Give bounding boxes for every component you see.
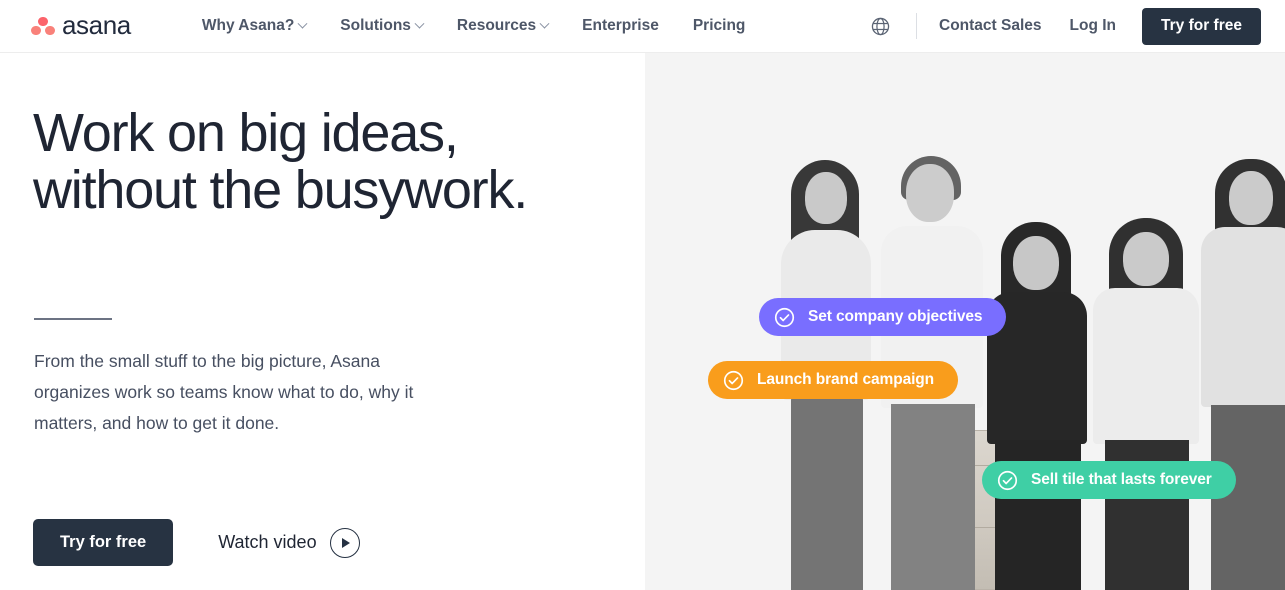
hero-try-for-free-button[interactable]: Try for free — [33, 519, 174, 566]
task-pill-label: Launch brand campaign — [757, 371, 935, 389]
check-circle-icon — [723, 370, 744, 390]
nav-label: Enterprise — [582, 17, 659, 34]
chevron-down-icon — [414, 18, 425, 29]
hero-divider-rule — [34, 318, 112, 320]
hero-description: From the small stuff to the big picture,… — [34, 351, 414, 434]
nav-label: Solutions — [340, 17, 411, 34]
person-1 — [765, 110, 885, 590]
play-icon — [329, 527, 360, 558]
person-4 — [1085, 140, 1207, 590]
header-try-for-free-button[interactable]: Try for free — [1142, 7, 1261, 45]
hero-cta-row: Try for free Watch video — [33, 519, 360, 566]
check-circle-icon — [774, 307, 795, 327]
nav-item-resources[interactable]: Resources — [440, 17, 565, 35]
person-5 — [1193, 115, 1285, 590]
nav-item-pricing[interactable]: Pricing — [676, 17, 763, 35]
logo-text: asana — [62, 10, 131, 40]
log-in-link[interactable]: Log In — [1070, 17, 1117, 35]
nav-item-why-asana[interactable]: Why Asana? — [185, 17, 323, 35]
person-3 — [975, 160, 1099, 590]
landing-page: asana Why Asana? Solutions Resources Ent… — [0, 0, 1285, 590]
person-2 — [873, 120, 991, 590]
nav-label: Pricing — [692, 17, 746, 34]
nav-label: Resources — [456, 17, 537, 34]
nav-item-solutions[interactable]: Solutions — [323, 17, 440, 35]
hero-copy-panel: Work on big ideas, without the busywork.… — [0, 53, 645, 590]
watch-video-button[interactable]: Watch video — [218, 527, 360, 558]
task-pill-label: Sell tile that lasts forever — [1031, 471, 1212, 489]
nav-label: Why Asana? — [201, 17, 295, 34]
globe-icon — [871, 17, 889, 35]
asana-dots-logo-icon — [31, 15, 55, 37]
contact-sales-link[interactable]: Contact Sales — [939, 17, 1042, 35]
chevron-down-icon — [297, 18, 308, 29]
site-header: asana Why Asana? Solutions Resources Ent… — [0, 0, 1285, 53]
task-pill-launch-brand-campaign[interactable]: Launch brand campaign — [708, 361, 959, 399]
check-circle-icon — [997, 470, 1018, 490]
task-pill-sell-tile-that-lasts-forever[interactable]: Sell tile that lasts forever — [982, 461, 1236, 499]
primary-navigation: Why Asana? Solutions Resources Enterpris… — [185, 17, 763, 35]
header-actions: Contact Sales Log In Try for free — [863, 7, 1261, 45]
task-pill-label: Set company objectives — [808, 308, 983, 326]
hero-image-panel: Set company objectives Launch brand camp… — [645, 53, 1285, 590]
asana-logo[interactable]: asana — [31, 12, 131, 40]
page-title: Work on big ideas, without the busywork. — [33, 103, 528, 221]
nav-item-enterprise[interactable]: Enterprise — [565, 17, 676, 35]
task-pill-set-company-objectives[interactable]: Set company objectives — [759, 298, 1007, 336]
language-selector[interactable] — [863, 9, 897, 43]
watch-video-label: Watch video — [218, 532, 317, 552]
chevron-down-icon — [539, 18, 550, 29]
header-divider — [916, 13, 917, 39]
